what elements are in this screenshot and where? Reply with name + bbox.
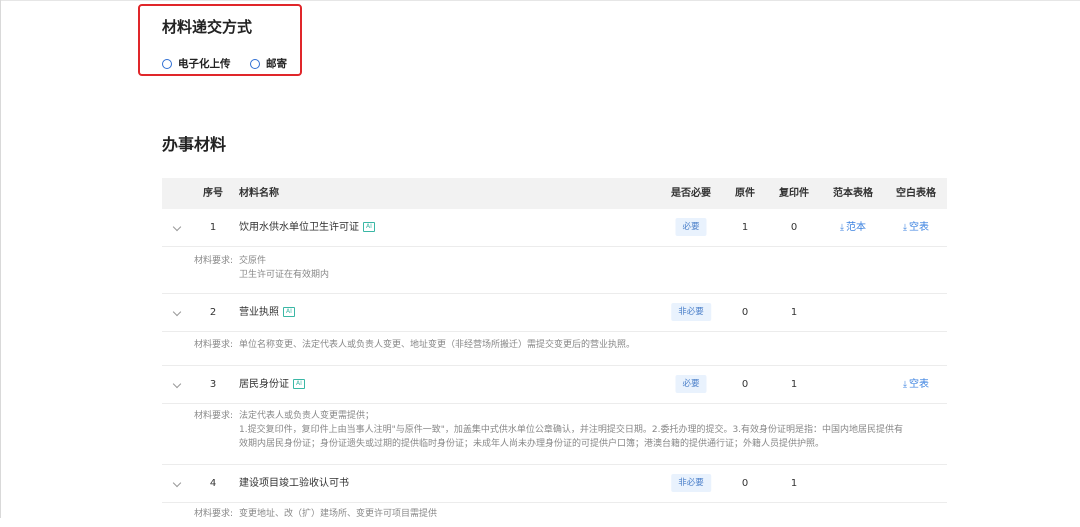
row-no: 2 xyxy=(209,307,217,318)
requirement-row: 材料要求: 法定代表人或负责人变更需提供； 1.提交复印件，复印件上由当事人注明… xyxy=(162,404,947,465)
materials-table: 序号 材料名称 是否必要 原件 复印件 范本表格 空白表格 1 饮用水供水单位卫… xyxy=(162,178,947,527)
col-header-blank: 空白表格 xyxy=(896,188,936,199)
row-copy: 0 xyxy=(790,222,798,233)
required-badge: 必要 xyxy=(675,375,707,393)
blank-download-link[interactable]: ⤓ 空表 xyxy=(903,366,929,404)
required-badge: 非必要 xyxy=(671,474,711,492)
sample-download-link[interactable]: ⤓ 范本 xyxy=(840,209,866,247)
row-copy: 1 xyxy=(790,379,798,390)
chevron-down-icon[interactable] xyxy=(172,307,182,317)
requirement-label: 材料要求: xyxy=(194,340,234,350)
required-badge: 必要 xyxy=(675,218,707,236)
requirement-row: 材料要求: 变更地址、改（扩）建场所、变更许可项目需提供 xyxy=(162,503,947,527)
requirement-label: 材料要求: xyxy=(194,411,234,421)
chevron-down-icon[interactable] xyxy=(172,379,182,389)
chevron-down-icon[interactable] xyxy=(172,222,182,232)
requirement-label: 材料要求: xyxy=(194,509,234,519)
requirement-row: 材料要求: 单位名称变更、法定代表人或负责人变更、地址变更（非经营场所搬迁）需提… xyxy=(162,332,947,366)
blank-link-label: 空表 xyxy=(908,379,929,390)
col-header-name: 材料名称 xyxy=(239,188,279,199)
row-name: 建设项目竣工验收认可书 xyxy=(239,478,349,489)
requirement-row: 材料要求: 交原件 卫生许可证在有效期内 xyxy=(162,247,947,294)
radio-circle-icon[interactable] xyxy=(162,58,172,69)
download-icon: ⤓ xyxy=(840,223,844,233)
radio-label: 电子化上传 xyxy=(178,58,231,70)
row-name: 营业执照 AI xyxy=(239,294,295,331)
radio-circle-icon[interactable] xyxy=(250,58,260,69)
table-row: 1 饮用水供水单位卫生许可证 AI 必要 1 0 ⤓ 范本 ⤓ 空表 xyxy=(162,209,947,247)
radio-label: 邮寄 xyxy=(266,58,287,70)
sample-link-label: 范本 xyxy=(845,222,866,233)
table-row: 3 居民身份证 AI 必要 0 1 ⤓ 空表 xyxy=(162,366,947,404)
download-icon: ⤓ xyxy=(903,223,907,233)
col-header-no: 序号 xyxy=(203,188,223,199)
row-copy: 1 xyxy=(790,307,798,318)
materials-section-title: 办事材料 xyxy=(162,135,227,154)
required-badge: 非必要 xyxy=(671,303,711,321)
blank-link-label: 空表 xyxy=(908,222,929,233)
radio-mail[interactable]: 邮寄 xyxy=(250,56,287,71)
material-name: 居民身份证 xyxy=(239,379,289,390)
col-header-required: 是否必要 xyxy=(671,188,711,199)
row-original: 0 xyxy=(741,379,749,390)
row-original: 0 xyxy=(741,307,749,318)
chevron-down-icon[interactable] xyxy=(172,478,182,488)
window-top-border xyxy=(0,0,1080,1)
window-left-border xyxy=(0,0,1,518)
requirement-line: 单位名称变更、法定代表人或负责人变更、地址变更（非经营场所搬迁）需提交变更后的营… xyxy=(239,340,636,350)
row-no: 3 xyxy=(209,379,217,390)
requirement-line: 卫生许可证在有效期内 xyxy=(239,270,330,280)
row-no: 1 xyxy=(209,222,217,233)
material-name: 饮用水供水单位卫生许可证 xyxy=(239,222,359,233)
requirement-line: 效期内居民身份证；身份证遗失或过期的提供临时身份证；未成年人尚未办理身份证的可提… xyxy=(239,439,825,449)
ai-tag: AI xyxy=(283,307,295,317)
col-header-original: 原件 xyxy=(735,188,755,199)
requirement-line: 变更地址、改（扩）建场所、变更许可项目需提供 xyxy=(239,509,438,519)
blank-download-link[interactable]: ⤓ 空表 xyxy=(903,209,929,247)
requirement-line: 法定代表人或负责人变更需提供； xyxy=(239,411,375,421)
radio-electronic-upload[interactable]: 电子化上传 xyxy=(162,56,231,71)
row-name: 居民身份证 AI xyxy=(239,366,305,403)
material-name: 营业执照 xyxy=(239,307,279,318)
col-header-sample: 范本表格 xyxy=(833,188,873,199)
table-header: 序号 材料名称 是否必要 原件 复印件 范本表格 空白表格 xyxy=(162,178,947,209)
requirement-line: 交原件 xyxy=(239,256,267,266)
ai-tag: AI xyxy=(363,222,375,232)
requirement-label: 材料要求: xyxy=(194,256,234,266)
ai-tag: AI xyxy=(293,379,305,389)
row-name: 饮用水供水单位卫生许可证 AI xyxy=(239,209,375,246)
row-copy: 1 xyxy=(790,478,798,489)
requirement-line: 1.提交复印件，复印件上由当事人注明"与原件一致"，加盖集中式供水单位公章确认，… xyxy=(239,425,904,435)
row-original: 1 xyxy=(741,222,749,233)
table-row: 4 建设项目竣工验收认可书 非必要 0 1 xyxy=(162,465,947,503)
col-header-copy: 复印件 xyxy=(779,188,809,199)
row-original: 0 xyxy=(741,478,749,489)
download-icon: ⤓ xyxy=(903,380,907,390)
delivery-method-panel: 材料递交方式 电子化上传 邮寄 xyxy=(138,4,302,76)
delivery-method-title: 材料递交方式 xyxy=(162,18,253,36)
table-row: 2 营业执照 AI 非必要 0 1 xyxy=(162,294,947,332)
row-no: 4 xyxy=(209,478,217,489)
